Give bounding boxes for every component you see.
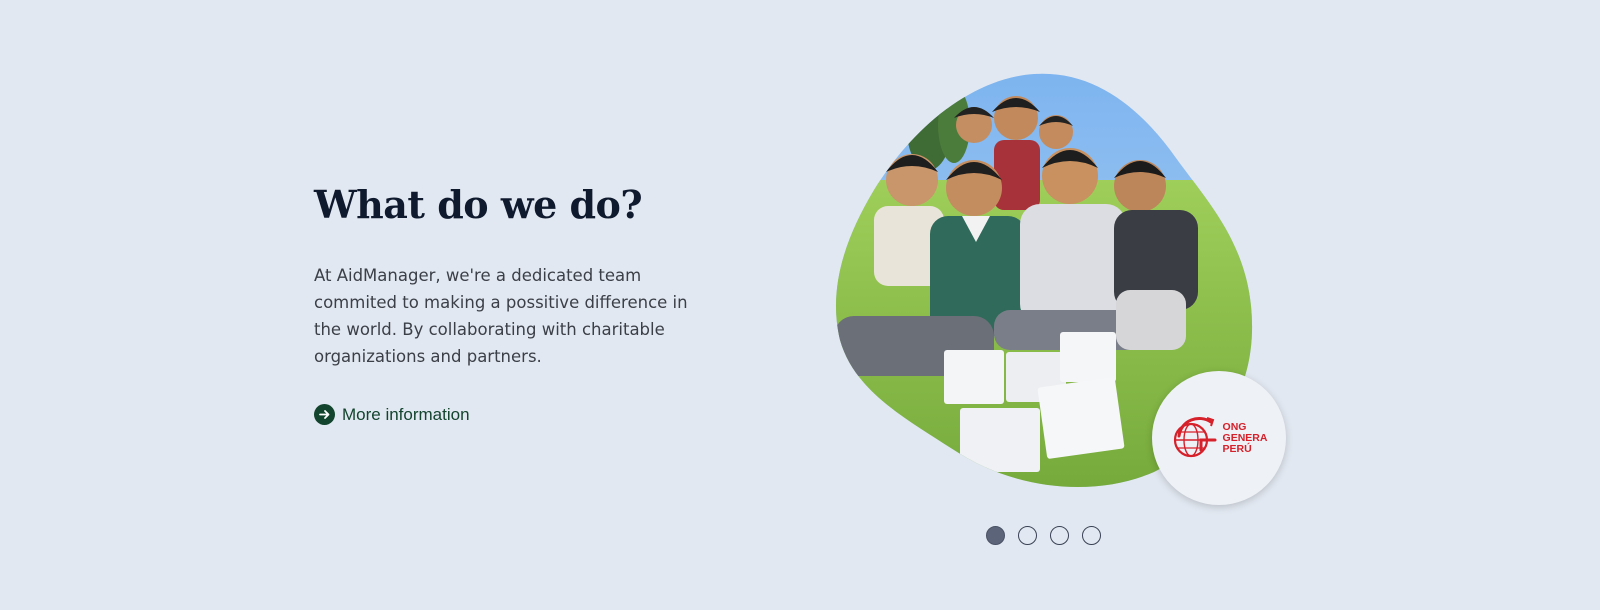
logo-line-genera: GENERA bbox=[1222, 431, 1268, 444]
ong-genera-peru-logo: ONG GENERA PERÚ bbox=[1171, 412, 1268, 464]
partner-logo-badge[interactable]: ONG GENERA PERÚ bbox=[1152, 371, 1286, 505]
text-column: What do we do? At AidManager, we're a de… bbox=[314, 178, 714, 426]
section-description: At AidManager, we're a dedicated team co… bbox=[314, 266, 688, 366]
arrow-right-circle-icon bbox=[314, 404, 335, 425]
logo-line-ong: ONG bbox=[1222, 420, 1247, 433]
more-information-link[interactable]: More information bbox=[314, 404, 470, 425]
carousel-dot-2[interactable] bbox=[1018, 526, 1037, 545]
section-title: What do we do? bbox=[314, 182, 643, 227]
logo-line-peru: PERÚ bbox=[1222, 442, 1252, 455]
carousel-dot-1[interactable] bbox=[986, 526, 1005, 545]
partner-logo-text: ONG GENERA PERÚ bbox=[1222, 420, 1268, 455]
carousel-dot-3[interactable] bbox=[1050, 526, 1069, 545]
globe-g-icon bbox=[1173, 417, 1217, 458]
carousel-pagination bbox=[986, 526, 1101, 545]
what-we-do-section: What do we do? At AidManager, we're a de… bbox=[0, 0, 1600, 610]
carousel-dot-4[interactable] bbox=[1082, 526, 1101, 545]
more-information-label: More information bbox=[342, 404, 470, 424]
